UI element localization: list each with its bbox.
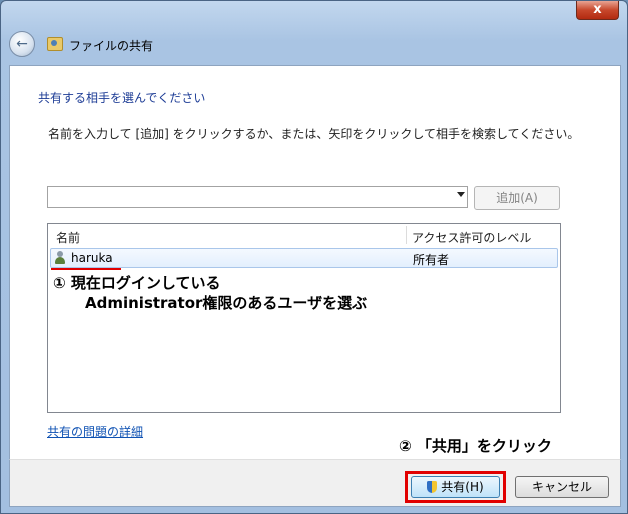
sharing-list: 名前 アクセス許可のレベル haruka 所有者: [47, 223, 561, 413]
annotation-step1-line1: ① 現在ログインしている: [53, 274, 221, 292]
user-icon: [54, 251, 66, 265]
back-button[interactable]: ←: [9, 31, 35, 57]
share-button[interactable]: 共有(H): [411, 476, 500, 498]
close-button[interactable]: x: [576, 1, 619, 20]
column-header-access-level[interactable]: アクセス許可のレベル: [412, 229, 531, 246]
row-user-name: haruka: [71, 251, 113, 265]
user-combo-box[interactable]: [47, 186, 468, 208]
title-bar: ← ファイルの共有: [9, 31, 619, 59]
dropdown-arrow-icon[interactable]: [457, 192, 465, 197]
share-button-label: 共有(H): [441, 480, 484, 494]
list-header: 名前 アクセス許可のレベル: [48, 224, 560, 246]
instruction-text: 名前を入力して [追加] をクリックするか、または、矢印をクリックして相手を検索…: [48, 127, 580, 141]
back-arrow-icon: ←: [16, 36, 28, 52]
column-separator[interactable]: [406, 226, 407, 244]
cancel-button[interactable]: キャンセル: [515, 476, 609, 498]
annotation-underline: [51, 268, 121, 270]
window-title: ファイルの共有: [69, 39, 154, 53]
uac-shield-icon: [427, 481, 438, 493]
add-button[interactable]: 追加(A): [474, 186, 560, 210]
page-heading: 共有する相手を選んでください: [38, 91, 206, 105]
list-row-user[interactable]: haruka 所有者: [50, 248, 558, 268]
annotation-step1-line2: Administrator権限のあるユーザを選ぶ: [85, 294, 368, 312]
file-sharing-icon: [47, 37, 63, 51]
column-header-name[interactable]: 名前: [56, 229, 80, 246]
annotation-step1: ① 現在ログインしている Administrator権限のあるユーザを選ぶ: [53, 273, 367, 313]
sharing-problems-link[interactable]: 共有の問題の詳細: [47, 423, 143, 440]
annotation-step2: ② 「共用」をクリック: [399, 437, 552, 455]
file-sharing-window: x ← ファイルの共有 共有する相手を選んでください 名前を入力して [追加] …: [0, 0, 628, 514]
row-access-level[interactable]: 所有者: [413, 251, 449, 268]
